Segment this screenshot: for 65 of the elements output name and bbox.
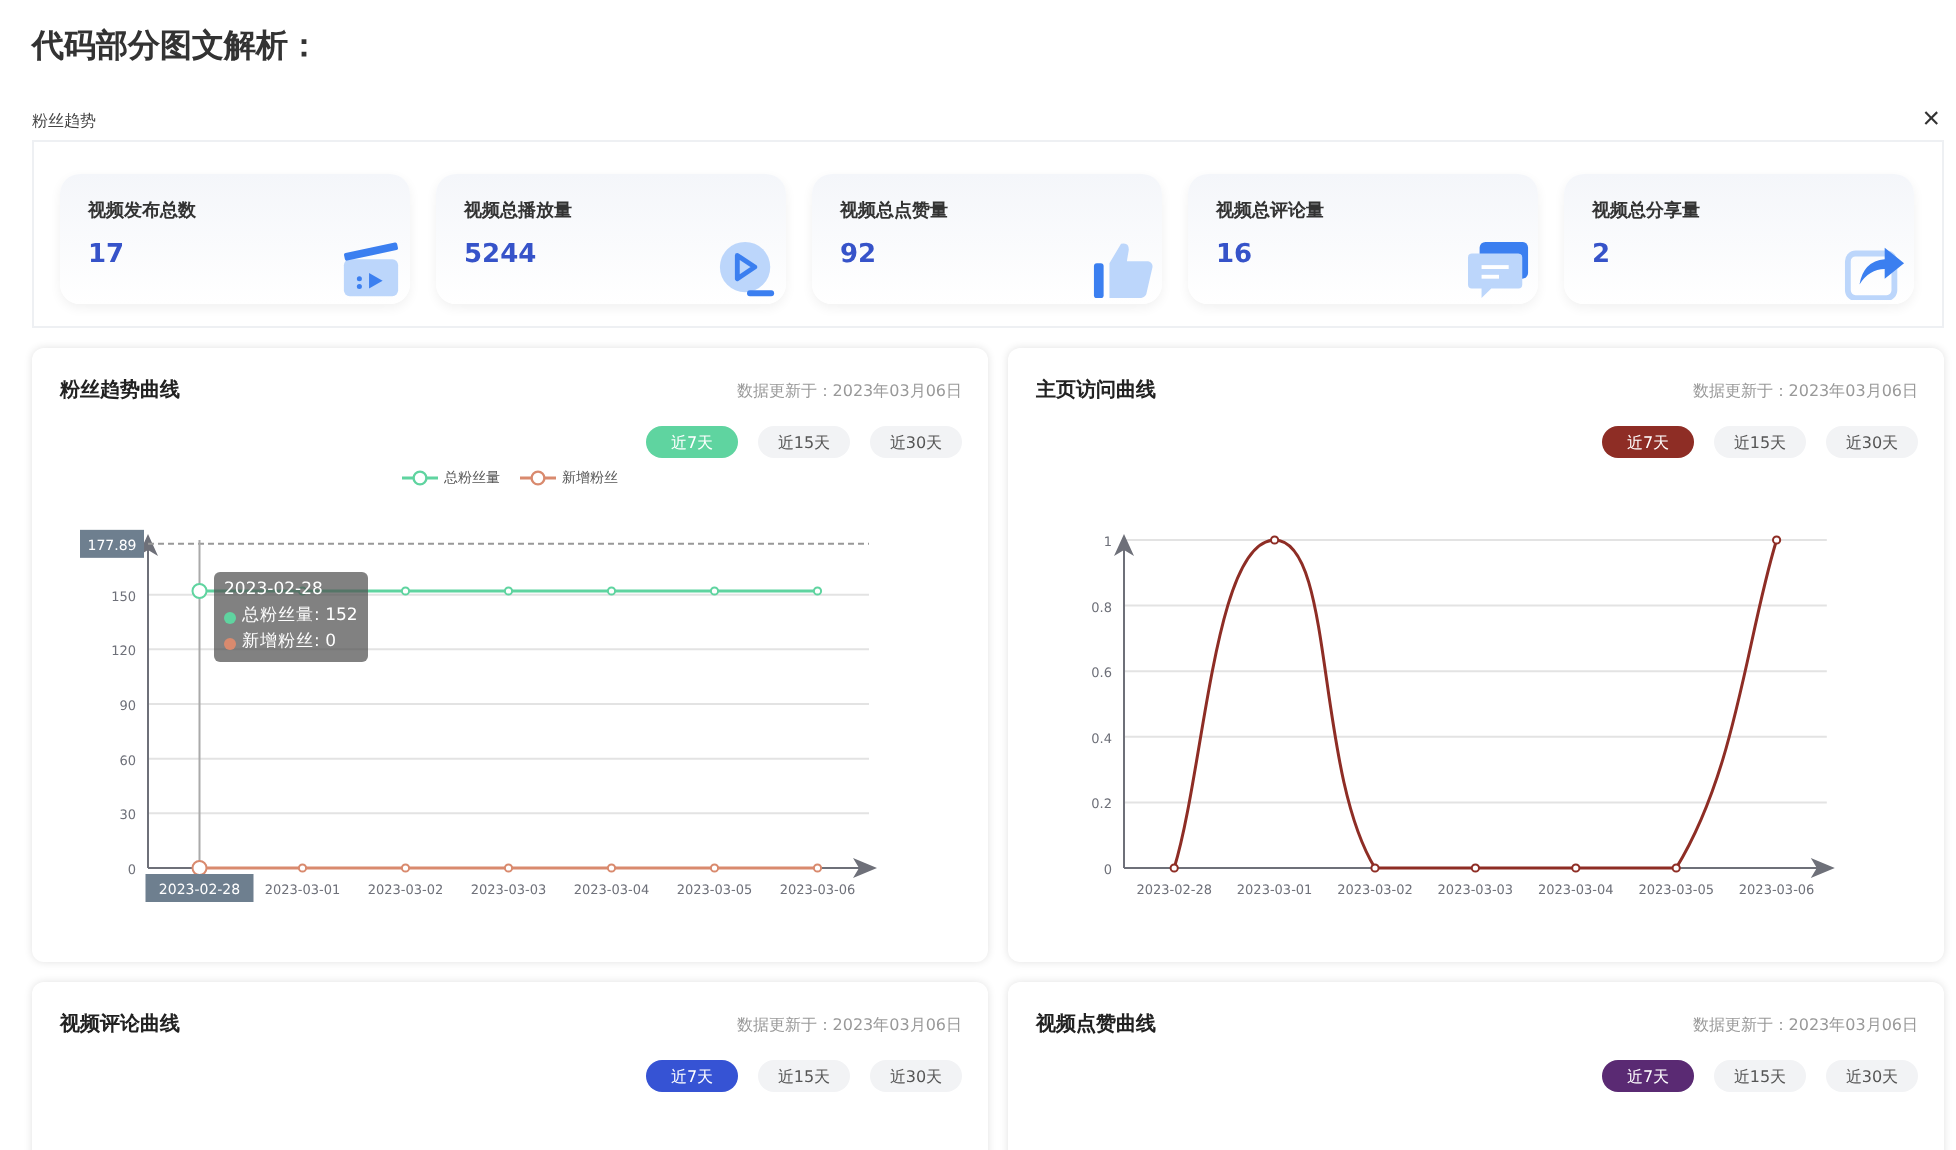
stat-value: 16 xyxy=(1216,240,1255,270)
axis-pointer-label xyxy=(80,529,144,558)
update-date: 数据更新于：2023年03月06日 xyxy=(1692,379,1918,401)
data-point xyxy=(1772,535,1782,545)
data-point xyxy=(1571,863,1581,873)
chart-title: 主页访问曲线 xyxy=(1036,376,1156,404)
range-tab[interactable]: 近30天 xyxy=(1826,1060,1918,1092)
stat-label: 视频总分享量 xyxy=(1592,198,1702,224)
data-point xyxy=(191,583,208,599)
range-tab[interactable]: 近15天 xyxy=(1714,426,1806,458)
data-point xyxy=(606,586,617,596)
legend-line-icon xyxy=(520,470,556,486)
series-dot xyxy=(224,637,236,649)
stat-label: 视频总评论量 xyxy=(1216,198,1326,224)
range-tab[interactable]: 近15天 xyxy=(758,1060,850,1092)
chart-title: 视频评论曲线 xyxy=(60,1011,180,1038)
data-point xyxy=(1169,863,1179,873)
chart-title: 粉丝趋势曲线 xyxy=(60,377,180,404)
close-button[interactable]: × xyxy=(1918,104,1944,136)
stat-label: 视频总点赞量 xyxy=(840,198,950,224)
clapperboard-icon xyxy=(340,238,402,300)
range-tab[interactable]: 近7天 xyxy=(1602,1060,1694,1092)
stat-value: 5244 xyxy=(464,240,539,270)
stat-label: 视频总播放量 xyxy=(464,198,574,224)
tooltip-title: 2023-02-28 xyxy=(224,578,325,604)
range-tab[interactable]: 近15天 xyxy=(758,426,850,458)
stat-label: 视频发布总数 xyxy=(88,198,198,224)
play-icon xyxy=(716,238,778,300)
data-point xyxy=(709,586,720,596)
tooltip-row: 总粉丝量: 152 xyxy=(242,604,358,630)
data-point xyxy=(1671,863,1681,873)
legend-line-icon xyxy=(402,470,438,486)
data-point xyxy=(503,586,514,596)
range-tab[interactable]: 近7天 xyxy=(1602,426,1694,458)
axis-pointer-label xyxy=(145,874,254,902)
dialog-title: 粉丝趋势 xyxy=(32,109,96,131)
data-point xyxy=(812,863,823,873)
stat-value: 2 xyxy=(1592,240,1613,270)
range-tab[interactable]: 近30天 xyxy=(870,426,962,458)
tooltip-row: 新增粉丝: 0 xyxy=(242,630,336,656)
data-point xyxy=(709,863,720,873)
chat-icon xyxy=(1468,238,1530,300)
update-date: 数据更新于：2023年03月06日 xyxy=(736,379,962,401)
chart-title: 视频点赞曲线 xyxy=(1036,1011,1156,1038)
range-tab[interactable]: 近30天 xyxy=(870,1060,962,1092)
data-point xyxy=(1370,863,1380,873)
stat-value: 17 xyxy=(88,240,127,270)
update-date: 数据更新于：2023年03月06日 xyxy=(1692,1013,1918,1035)
thumbs-up-icon xyxy=(1092,238,1154,300)
data-point xyxy=(606,863,617,873)
range-tab[interactable]: 近30天 xyxy=(1826,426,1918,458)
data-point xyxy=(297,863,308,873)
stat-value: 92 xyxy=(840,240,879,270)
page-heading: 代码部分图文解析： xyxy=(32,24,322,68)
series-dot xyxy=(224,611,236,623)
update-date: 数据更新于：2023年03月06日 xyxy=(736,1013,962,1035)
data-point xyxy=(812,586,823,596)
range-tab[interactable]: 近15天 xyxy=(1714,1060,1806,1092)
data-point xyxy=(503,863,514,873)
data-point xyxy=(1470,863,1480,873)
data-point xyxy=(1270,535,1280,545)
data-point xyxy=(400,586,411,596)
data-point xyxy=(191,860,208,876)
range-tab[interactable]: 近7天 xyxy=(646,1060,738,1092)
data-point xyxy=(400,863,411,873)
